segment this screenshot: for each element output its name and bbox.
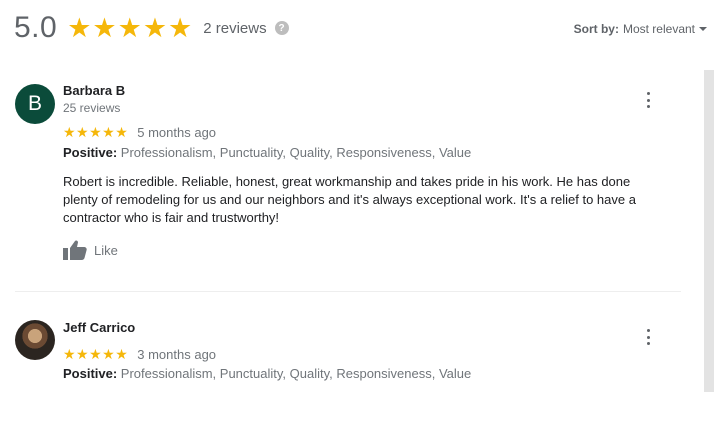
sort-label: Sort by: xyxy=(573,22,619,36)
review-stars: ★★★★★ xyxy=(63,346,129,362)
more-dot xyxy=(646,342,650,345)
positive-label: Positive: xyxy=(63,145,118,160)
review-text: Robert is incredible. Reliable, honest, … xyxy=(63,174,636,225)
more-dot xyxy=(646,329,650,332)
average-rating: 5.0 xyxy=(14,11,58,44)
review-time: 3 months ago xyxy=(137,347,217,362)
sort-dropdown[interactable]: Sort by: Most relevant xyxy=(574,22,707,36)
like-button[interactable]: Like xyxy=(63,240,118,260)
avatar[interactable] xyxy=(15,320,55,360)
review-author[interactable]: Jeff Carrico xyxy=(63,320,135,335)
review-rating-row: ★★★★★ 3 months ago xyxy=(63,346,216,363)
sort-value: Most relevant xyxy=(622,22,695,36)
chevron-down-icon xyxy=(699,27,707,31)
help-icon[interactable]: ? xyxy=(274,21,289,35)
thumbs-up-icon xyxy=(63,240,87,260)
more-dot xyxy=(646,105,650,108)
more-dot xyxy=(646,335,650,339)
positive-label: Positive: xyxy=(63,366,118,381)
more-dot xyxy=(646,92,650,95)
positive-attributes: Professionalism, Punctuality, Quality, R… xyxy=(117,145,472,160)
rating-summary: 5.0 ★★★★★ 2 reviews ? xyxy=(14,8,289,48)
more-options-button[interactable] xyxy=(641,92,655,108)
average-stars: ★★★★★ xyxy=(67,12,194,43)
avatar[interactable]: B xyxy=(15,84,55,124)
review-divider xyxy=(15,291,681,292)
review-stars: ★★★★★ xyxy=(63,124,129,140)
author-review-count[interactable]: 25 reviews xyxy=(63,101,120,115)
review-author[interactable]: Barbara B xyxy=(63,83,125,98)
like-label: Like xyxy=(94,242,118,258)
review-positives: Positive: Professionalism, Punctuality, … xyxy=(63,366,471,381)
scrollbar[interactable] xyxy=(704,70,714,392)
review-count[interactable]: 2 reviews xyxy=(203,20,266,37)
review-time: 5 months ago xyxy=(137,125,217,140)
more-options-button[interactable] xyxy=(641,329,655,345)
more-dot xyxy=(646,98,650,102)
review-rating-row: ★★★★★ 5 months ago xyxy=(63,124,216,141)
avatar-letter: B xyxy=(27,92,42,115)
positive-attributes: Professionalism, Punctuality, Quality, R… xyxy=(117,366,472,381)
review-positives: Positive: Professionalism, Punctuality, … xyxy=(63,145,471,160)
